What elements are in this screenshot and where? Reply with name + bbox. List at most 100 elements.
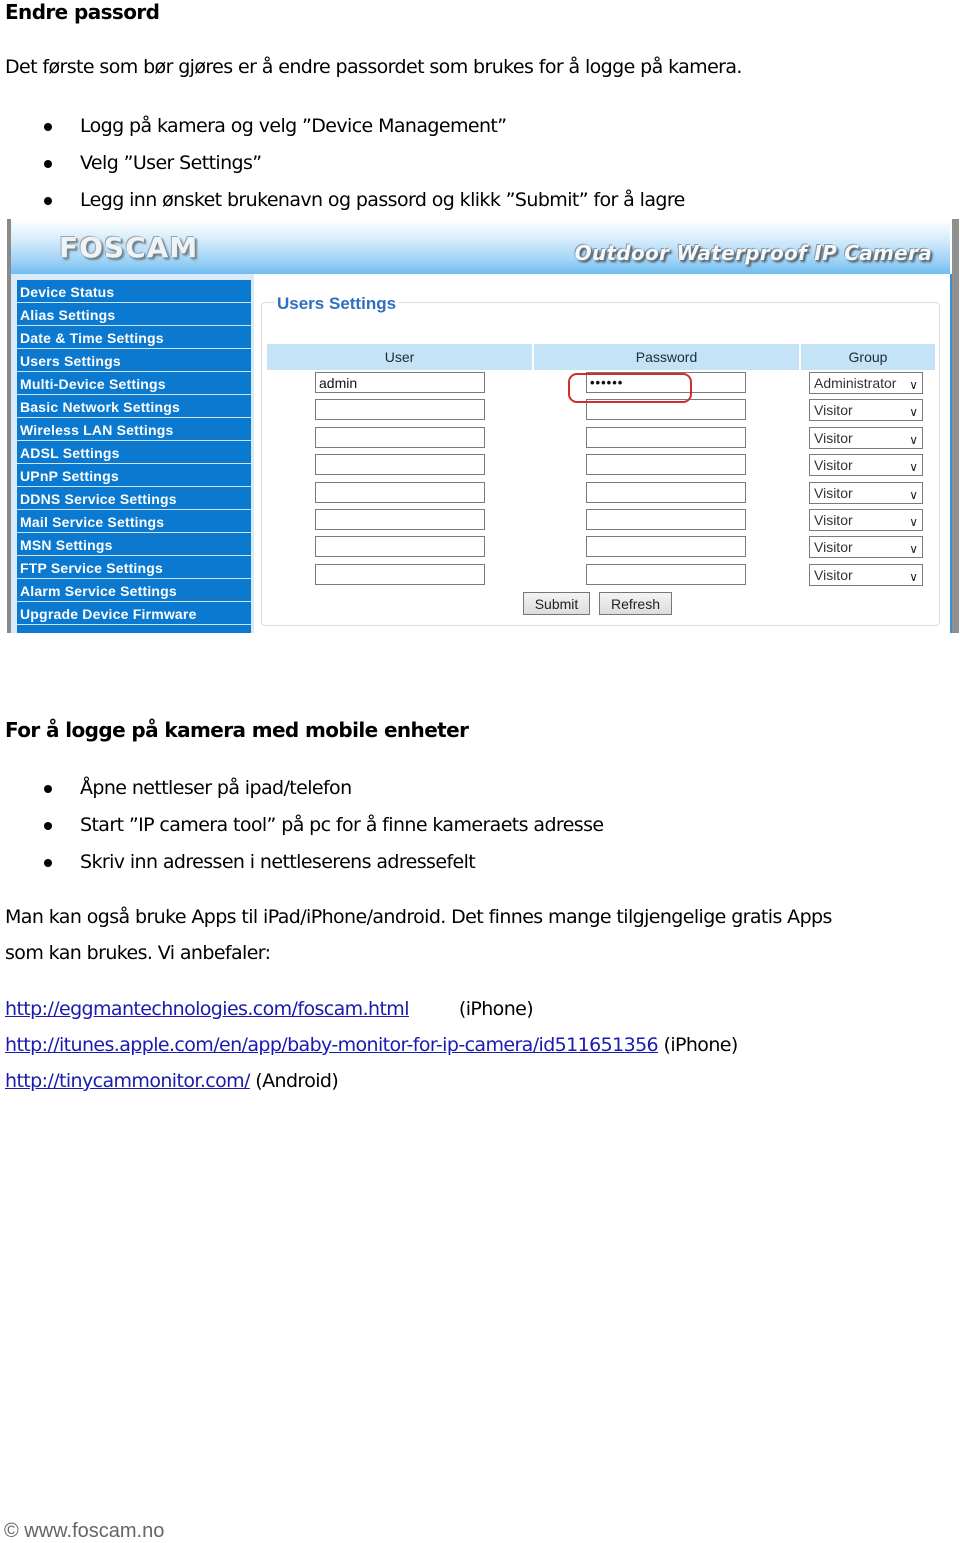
settings-menu: Device Status Alias Settings Date & Time… <box>11 274 254 633</box>
table-row: Visitor ∨ <box>254 509 950 536</box>
username-input[interactable] <box>315 481 485 503</box>
intro-paragraph: Det første som bør gjøres er å endre pas… <box>5 56 742 78</box>
steps-list-2: Åpne nettleser på ipad/telefon Start ”IP… <box>0 775 604 886</box>
table-row: Visitor ∨ <box>254 454 950 481</box>
chevron-down-icon: ∨ <box>909 515 918 529</box>
chevron-down-icon: ∨ <box>909 432 918 447</box>
refresh-button[interactable]: Refresh <box>599 592 672 615</box>
group-select[interactable]: Visitor ∨ <box>809 563 923 586</box>
menu-item-wireless-lan-settings[interactable]: Wireless LAN Settings <box>17 418 251 440</box>
bullet-icon <box>44 859 52 867</box>
heading-mobile-login: For å logge på kamera med mobile enheter <box>5 718 469 742</box>
table-row: Visitor ∨ <box>254 563 950 591</box>
link-note: (iPhone) <box>458 998 534 1020</box>
bullet-icon <box>44 785 52 793</box>
link-row: http://itunes.apple.com/en/app/baby-moni… <box>5 1034 738 1056</box>
column-header-group: Group <box>801 344 935 370</box>
foscam-logo: FOSCAM <box>59 231 199 264</box>
password-input[interactable] <box>586 563 746 585</box>
link-tinycammonitor[interactable]: http://tinycammonitor.com/ <box>5 1070 250 1092</box>
bullet-icon <box>44 160 52 168</box>
group-select[interactable]: Visitor ∨ <box>809 536 923 559</box>
menu-item-mail-service-settings[interactable]: Mail Service Settings <box>17 510 251 532</box>
menu-item-msn-settings[interactable]: MSN Settings <box>17 533 251 555</box>
chevron-down-icon: ∨ <box>909 542 918 557</box>
table-row: Visitor ∨ <box>254 426 950 454</box>
menu-item-alias-settings[interactable]: Alias Settings <box>17 303 251 325</box>
menu-item-adsl-settings[interactable]: ADSL Settings <box>17 441 251 463</box>
password-input[interactable] <box>586 481 746 503</box>
group-select[interactable]: Visitor ∨ <box>809 481 923 504</box>
apps-paragraph-line-2: som kan brukes. Vi anbefaler: <box>5 942 271 964</box>
camera-settings-screenshot: FOSCAM Outdoor Waterproof IP Camera Devi… <box>7 219 959 633</box>
menu-item-ftp-service-settings[interactable]: FTP Service Settings <box>17 556 251 578</box>
menu-item-ddns-service-settings[interactable]: DDNS Service Settings <box>17 487 251 509</box>
list-item: Start ”IP camera tool” på pc for å finne… <box>0 812 604 849</box>
menu-item-basic-network-settings[interactable]: Basic Network Settings <box>17 395 251 417</box>
menu-item-device-status[interactable]: Device Status <box>17 280 251 302</box>
footer-copyright: © www.foscam.no <box>4 1520 165 1542</box>
menu-item-upgrade-device-firmware[interactable]: Upgrade Device Firmware <box>17 602 251 624</box>
apps-paragraph-line-1: Man kan også bruke Apps til iPad/iPhone/… <box>5 906 832 928</box>
users-settings-panel: Users Settings User Password Group admin… <box>254 274 950 633</box>
username-input[interactable] <box>315 563 485 585</box>
list-item: Velg ”User Settings” <box>0 150 685 187</box>
camera-banner: FOSCAM Outdoor Waterproof IP Camera <box>11 219 950 275</box>
password-input[interactable] <box>586 509 746 530</box>
menu-item-alarm-service-settings[interactable]: Alarm Service Settings <box>17 579 251 601</box>
table-row: Visitor ∨ <box>254 536 950 563</box>
username-input[interactable] <box>315 426 485 448</box>
table-row: Visitor ∨ <box>254 481 950 509</box>
chevron-down-icon: ∨ <box>909 569 918 584</box>
group-select[interactable]: Visitor ∨ <box>809 509 923 531</box>
group-select-value: Visitor <box>814 484 853 501</box>
group-select-value: Visitor <box>814 402 853 419</box>
list-item: Åpne nettleser på ipad/telefon <box>0 775 603 812</box>
group-select[interactable]: Administrator ∨ <box>809 372 923 394</box>
menu-item-date-time-settings[interactable]: Date & Time Settings <box>17 326 251 348</box>
group-select-value: Visitor <box>814 539 853 556</box>
chevron-down-icon: ∨ <box>909 405 918 420</box>
menu-item-upnp-settings[interactable]: UPnP Settings <box>17 464 251 486</box>
link-row: http://eggmantechnologies.com/foscam.htm… <box>5 998 534 1020</box>
bullet-icon <box>44 822 52 830</box>
password-input[interactable] <box>586 454 746 476</box>
chevron-down-icon: ∨ <box>909 487 918 502</box>
banner-tagline: Outdoor Waterproof IP Camera <box>574 241 932 265</box>
group-select-value: Visitor <box>814 512 853 528</box>
bullet-icon <box>44 123 52 131</box>
steps-list-1: Logg på kamera og velg ”Device Managemen… <box>0 113 685 224</box>
column-header-user: User <box>267 344 532 370</box>
username-input[interactable] <box>315 399 485 421</box>
link-eggmantechnologies[interactable]: http://eggmantechnologies.com/foscam.htm… <box>5 998 409 1020</box>
username-input[interactable] <box>315 536 485 558</box>
group-select-value: Administrator <box>814 375 897 391</box>
link-note: (iPhone) <box>663 1034 739 1056</box>
bullet-icon <box>44 197 52 205</box>
username-input[interactable] <box>315 509 485 530</box>
list-item: Logg på kamera og velg ”Device Managemen… <box>0 113 685 150</box>
list-item: Skriv inn adressen i nettleserens adress… <box>0 849 603 886</box>
link-itunes-baby-monitor[interactable]: http://itunes.apple.com/en/app/baby-moni… <box>5 1034 659 1056</box>
chevron-down-icon: ∨ <box>909 460 918 475</box>
username-input[interactable] <box>315 454 485 476</box>
group-select-value: Visitor <box>814 457 853 474</box>
panel-title: Users Settings <box>274 294 400 314</box>
table-row: Visitor ∨ <box>254 399 950 426</box>
group-select[interactable]: Visitor ∨ <box>809 399 923 422</box>
group-select[interactable]: Visitor ∨ <box>809 426 923 449</box>
link-note: (Android) <box>255 1070 339 1092</box>
group-select-value: Visitor <box>814 429 853 446</box>
group-select-value: Visitor <box>814 566 853 583</box>
group-select[interactable]: Visitor ∨ <box>809 454 923 477</box>
username-input[interactable]: admin <box>315 372 485 393</box>
menu-item-multi-device-settings[interactable]: Multi-Device Settings <box>17 372 251 394</box>
menu-item-users-settings[interactable]: Users Settings <box>17 349 251 371</box>
column-header-password: Password <box>534 344 799 370</box>
heading-change-password: Endre passord <box>5 0 160 24</box>
password-input[interactable] <box>586 536 746 558</box>
table-header: User Password Group <box>267 344 935 370</box>
submit-button[interactable]: Submit <box>523 592 590 615</box>
password-input[interactable] <box>586 426 746 448</box>
chevron-down-icon: ∨ <box>909 378 918 392</box>
